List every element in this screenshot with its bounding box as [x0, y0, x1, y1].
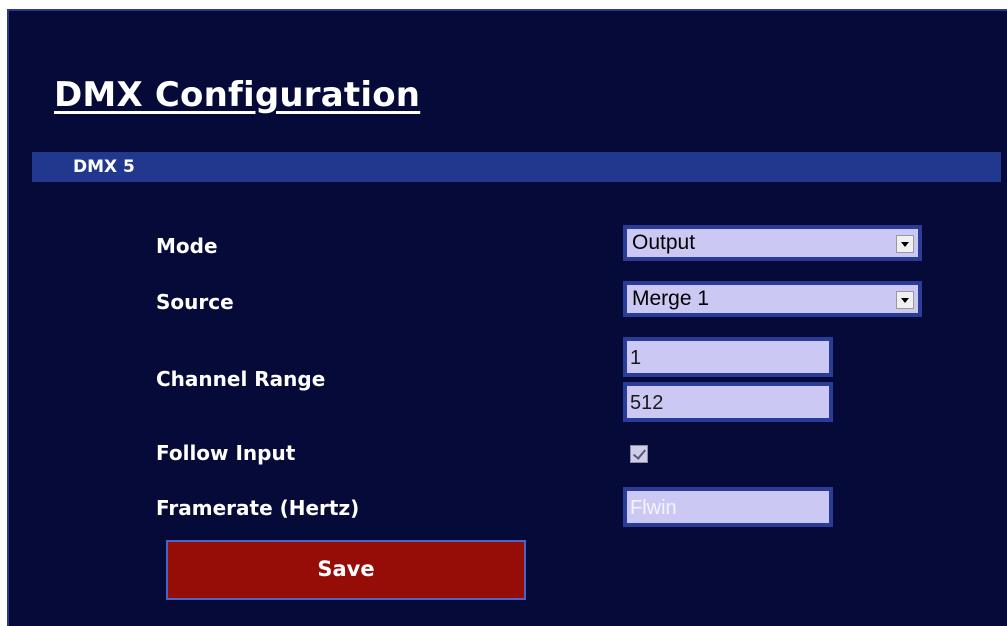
- save-button[interactable]: Save: [166, 540, 526, 600]
- mode-label: Mode: [156, 234, 218, 258]
- channel-range-label: Channel Range: [156, 367, 326, 391]
- channel-range-end-input[interactable]: 512: [623, 382, 833, 422]
- framerate-label: Framerate (Hertz): [156, 496, 360, 520]
- chevron-down-icon[interactable]: [896, 291, 914, 309]
- config-panel: DMX Configuration DMX 5 Mode Output Sour…: [7, 9, 1007, 626]
- section-header: DMX 5: [32, 152, 1001, 182]
- follow-input-checkbox[interactable]: [630, 445, 648, 463]
- window-frame: DMX Configuration DMX 5 Mode Output Sour…: [0, 0, 1007, 626]
- channel-range-start-input[interactable]: 1: [623, 337, 833, 377]
- follow-input-label: Follow Input: [156, 441, 296, 465]
- source-select[interactable]: Merge 1: [623, 281, 922, 317]
- section-title: DMX 5: [73, 157, 135, 177]
- framerate-input[interactable]: Flwin: [623, 487, 833, 527]
- chevron-down-icon[interactable]: [896, 235, 914, 253]
- mode-select-value: Output: [632, 231, 696, 254]
- source-select-value: Merge 1: [632, 287, 710, 310]
- page-title: DMX Configuration: [54, 75, 421, 115]
- mode-select[interactable]: Output: [623, 225, 922, 261]
- source-label: Source: [156, 290, 234, 314]
